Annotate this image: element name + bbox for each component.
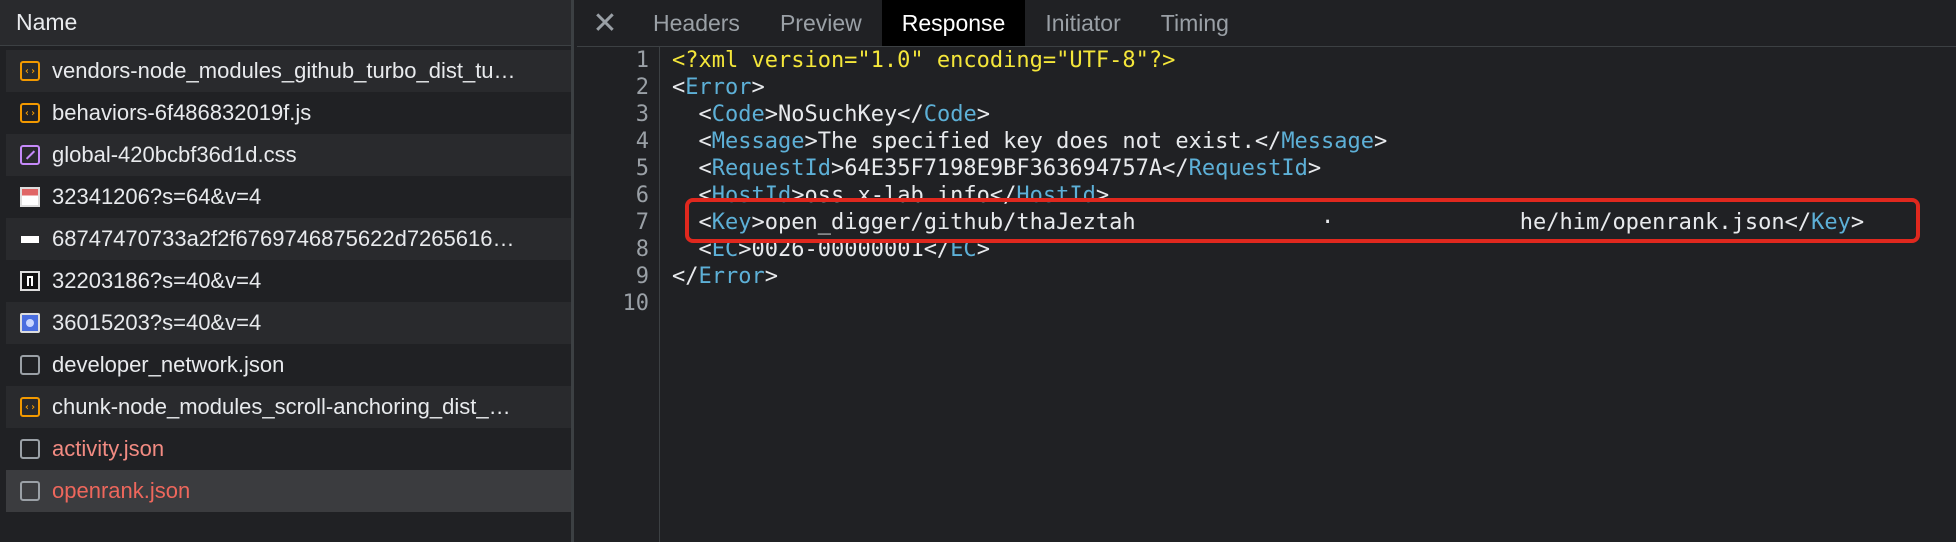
xml-text: The specified key does not exist.	[817, 129, 1255, 154]
request-row[interactable]: ‹› chunk-node_modules_scroll-anchoring_d…	[6, 386, 571, 428]
js-file-icon: ‹›	[20, 103, 40, 123]
image-file-icon	[20, 313, 40, 333]
request-name: 36015203?s=40&v=4	[52, 310, 262, 335]
request-row-selected[interactable]: openrank.json	[6, 470, 571, 512]
line-number: 6	[635, 183, 649, 208]
code-line: <?xml version="1.0" encoding="UTF-8"?>	[672, 47, 1956, 74]
code-line: <RequestId>64E35F7198E9BF363694757A</Req…	[698, 156, 1322, 181]
request-name: vendors-node_modules_github_turbo_dist_t…	[52, 58, 516, 83]
document-icon	[20, 439, 40, 459]
request-name: global-420bcbf36d1d.css	[52, 142, 297, 167]
request-row[interactable]: developer_network.json	[6, 344, 571, 386]
code-line: </Error>	[672, 264, 778, 289]
name-column-header[interactable]: Name	[0, 0, 571, 46]
request-row[interactable]: global-420bcbf36d1d.css	[6, 134, 571, 176]
request-row[interactable]: 32203186?s=40&v=4	[6, 260, 571, 302]
request-details-panel: ✕ Headers Preview Response Initiator Tim…	[577, 0, 1956, 542]
image-file-icon	[20, 271, 40, 291]
xml-declaration: <?xml version="1.0" encoding="UTF-8"?>	[672, 48, 1176, 73]
tab-timing[interactable]: Timing	[1141, 0, 1249, 46]
line-number: 7	[635, 210, 649, 235]
js-file-icon: ‹›	[20, 397, 40, 417]
request-name: developer_network.json	[52, 352, 285, 377]
xml-tag: Error	[685, 75, 752, 100]
image-file-icon	[20, 229, 40, 249]
xml-tag: Message	[1281, 129, 1375, 154]
xml-tag: RequestId	[711, 156, 831, 181]
xml-tag: Message	[711, 129, 805, 154]
request-name: 32341206?s=64&v=4	[52, 184, 262, 209]
request-name: 68747470733a2f2f6769746875622d7265616…	[52, 226, 515, 251]
request-name: chunk-node_modules_scroll-anchoring_dist…	[52, 394, 511, 419]
line-number: 5	[635, 156, 649, 181]
xml-tag: RequestId	[1188, 156, 1308, 181]
highlight-annotation-box	[685, 198, 1920, 243]
xml-tag: Error	[698, 264, 765, 289]
line-number-gutter: 1 2 3 4 5 6 7 8 9 10	[577, 47, 660, 542]
request-row[interactable]: ‹› vendors-node_modules_github_turbo_dis…	[6, 50, 571, 92]
code-lines: <?xml version="1.0" encoding="UTF-8"?> <…	[672, 47, 1956, 317]
document-icon	[20, 481, 40, 501]
code-line: <Error>	[672, 75, 765, 100]
tab-initiator[interactable]: Initiator	[1025, 0, 1140, 46]
css-file-icon	[20, 145, 40, 165]
network-request-list: Name ‹› vendors-node_modules_github_turb…	[0, 0, 574, 542]
line-number: 10	[622, 291, 650, 316]
request-name: activity.json	[52, 436, 165, 461]
xml-tag: Code	[711, 102, 765, 127]
request-name: behaviors-6f486832019f.js	[52, 100, 312, 125]
request-name: 32203186?s=40&v=4	[52, 268, 262, 293]
request-row[interactable]: 68747470733a2f2f6769746875622d7265616…	[6, 218, 571, 260]
image-file-icon	[20, 187, 40, 207]
tab-response[interactable]: Response	[881, 0, 1026, 46]
request-row[interactable]: 36015203?s=40&v=4	[6, 302, 571, 344]
code-line: <Message>The specified key does not exis…	[698, 129, 1388, 154]
js-file-icon: ‹›	[20, 61, 40, 81]
tab-headers[interactable]: Headers	[633, 0, 760, 46]
request-name: openrank.json	[52, 478, 191, 503]
details-tabbar: ✕ Headers Preview Response Initiator Tim…	[577, 0, 1956, 47]
line-number: 8	[635, 237, 649, 262]
xml-text: 64E35F7198E9BF363694757A	[844, 156, 1163, 181]
line-number: 1	[635, 48, 649, 73]
request-row[interactable]: 32341206?s=64&v=4	[6, 176, 571, 218]
close-icon[interactable]: ✕	[577, 0, 633, 46]
xml-tag: Code	[923, 102, 977, 127]
line-number: 9	[635, 264, 649, 289]
line-number: 2	[635, 75, 649, 100]
xml-text: NoSuchKey	[777, 102, 898, 127]
line-number: 4	[635, 129, 649, 154]
code-line: <Code>NoSuchKey</Code>	[698, 102, 990, 127]
request-rows: ‹› vendors-node_modules_github_turbo_dis…	[6, 50, 571, 512]
line-number: 3	[635, 102, 649, 127]
tab-preview[interactable]: Preview	[760, 0, 882, 46]
request-row[interactable]: ‹› behaviors-6f486832019f.js	[6, 92, 571, 134]
response-body[interactable]: 1 2 3 4 5 6 7 8 9 10 <?xml version="1.0"…	[577, 47, 1956, 542]
request-row[interactable]: activity.json	[6, 428, 571, 470]
document-icon	[20, 355, 40, 375]
